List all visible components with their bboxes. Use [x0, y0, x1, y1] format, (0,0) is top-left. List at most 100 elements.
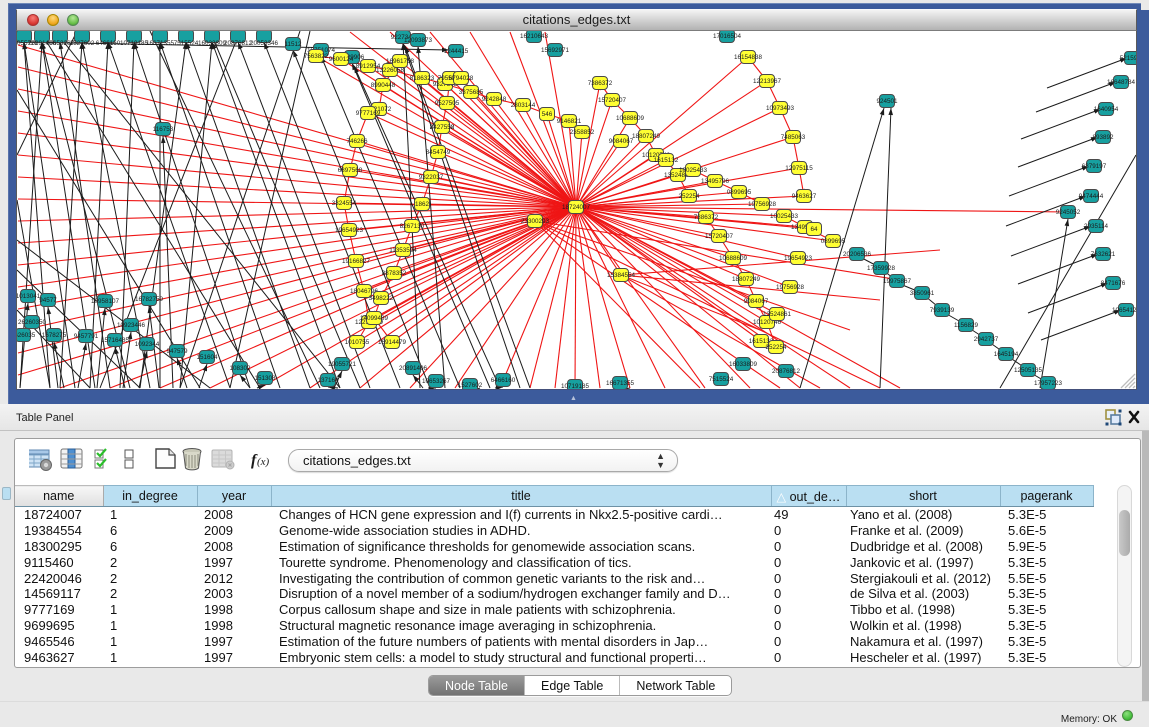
svg-text:546: 546 [542, 111, 553, 118]
svg-text:10923446: 10923446 [117, 322, 146, 329]
svg-text:9245052: 9245052 [1056, 209, 1081, 216]
svg-text:10688609: 10688609 [719, 255, 748, 262]
svg-text:9322037: 9322037 [419, 174, 444, 181]
svg-text:108302: 108302 [229, 365, 251, 372]
svg-text:9242848: 9242848 [482, 96, 507, 103]
svg-text:94577: 94577 [39, 297, 57, 304]
svg-text:893892: 893892 [1092, 134, 1114, 141]
svg-text:10958107: 10958107 [91, 298, 120, 305]
svg-text:6379197: 6379197 [1082, 163, 1107, 170]
svg-text:7485063: 7485063 [781, 134, 806, 141]
svg-text:6466160: 6466160 [96, 40, 121, 47]
svg-text:20053346: 20053346 [250, 40, 279, 47]
svg-text:1862: 1862 [415, 201, 430, 208]
svg-text:137164: 137164 [317, 377, 339, 384]
svg-text:15692971: 15692971 [541, 47, 570, 54]
svg-text:16671355: 16671355 [146, 40, 175, 47]
svg-text:1527602: 1527602 [458, 382, 483, 389]
svg-text:7563822: 7563822 [304, 53, 329, 60]
svg-text:7515524: 7515524 [709, 376, 734, 383]
svg-text:7515524: 7515524 [174, 40, 199, 47]
svg-text:0899695: 0899695 [727, 189, 752, 196]
svg-text:3850961: 3850961 [910, 290, 935, 297]
svg-text:6794028: 6794028 [449, 75, 474, 82]
svg-text:8990448: 8990448 [371, 82, 396, 89]
svg-text:16648784: 16648784 [1107, 79, 1136, 86]
svg-text:16033809: 16033809 [729, 361, 758, 368]
svg-text:16961758: 16961758 [386, 58, 415, 65]
svg-text:2358852: 2358852 [570, 129, 595, 136]
svg-text:18724007: 18724007 [562, 204, 591, 211]
svg-text:23300293: 23300293 [521, 218, 550, 225]
svg-text:924501: 924501 [876, 98, 898, 105]
svg-text:1010755: 1010755 [345, 339, 370, 346]
svg-text:2935114: 2935114 [1084, 223, 1109, 230]
svg-text:151604: 151604 [196, 354, 218, 361]
svg-text:11353594: 11353594 [389, 247, 417, 254]
svg-text:18807249: 18807249 [732, 276, 761, 283]
svg-text:9084067: 9084067 [744, 298, 769, 305]
svg-text:6897568: 6897568 [338, 167, 363, 174]
svg-text:1013041: 1013041 [17, 293, 41, 300]
svg-text:19756928: 19756928 [776, 284, 805, 291]
svg-text:12093873: 12093873 [404, 37, 433, 44]
svg-text:9084067: 9084067 [609, 138, 634, 145]
svg-text:19166827: 19166827 [342, 258, 371, 265]
svg-text:9146821: 9146821 [557, 118, 582, 125]
svg-text:18807249: 18807249 [632, 133, 661, 140]
svg-text:1615132: 1615132 [654, 157, 679, 164]
svg-text:13226058: 13226058 [376, 67, 405, 74]
svg-text:10973493: 10973493 [766, 105, 795, 112]
svg-text:7386372: 7386372 [694, 214, 719, 221]
svg-text:5215955: 5215955 [1120, 55, 1136, 62]
svg-text:9474444: 9474444 [1079, 193, 1104, 200]
svg-text:19654923: 19654923 [335, 227, 364, 234]
svg-text:15384554: 15384554 [607, 272, 636, 279]
svg-text:252254: 252254 [678, 193, 700, 200]
svg-text:746266: 746266 [346, 138, 368, 145]
svg-text:16914479: 16914479 [378, 339, 407, 346]
svg-text:13524861: 13524861 [763, 311, 792, 318]
svg-text:17957223: 17957223 [1034, 380, 1063, 387]
svg-text:0899695: 0899695 [821, 238, 846, 245]
svg-text:11512: 11512 [284, 41, 302, 48]
svg-text:12975115: 12975115 [785, 165, 813, 172]
svg-text:116753: 116753 [153, 126, 174, 133]
svg-text:252254: 252254 [765, 344, 787, 351]
svg-text:2803144: 2803144 [511, 102, 536, 109]
svg-text:19975867: 19975867 [883, 278, 912, 285]
svg-text:17016504: 17016504 [713, 33, 742, 40]
svg-text:20876812: 20876812 [772, 368, 801, 375]
svg-text:2626035: 2626035 [17, 332, 36, 339]
svg-text:8454749: 8454749 [426, 149, 451, 156]
svg-text:9527505: 9527505 [435, 100, 460, 107]
svg-text:16671355: 16671355 [606, 380, 635, 387]
svg-text:9463627: 9463627 [792, 193, 817, 200]
svg-text:1244415: 1244415 [444, 48, 469, 55]
svg-text:1092344: 1092344 [135, 341, 160, 348]
svg-text:9600124: 9600124 [329, 56, 354, 63]
svg-text:15716485: 15716485 [101, 337, 130, 344]
svg-text:3324554: 3324554 [332, 200, 357, 207]
svg-text:64: 64 [810, 226, 818, 233]
svg-text:19756928: 19756928 [748, 201, 777, 208]
svg-text:8267130: 8267130 [400, 223, 425, 230]
svg-text:3375685: 3375685 [459, 89, 484, 96]
svg-text:7386372: 7386372 [588, 80, 613, 87]
svg-text:14099489: 14099489 [360, 315, 389, 322]
svg-text:20206536: 20206536 [843, 251, 872, 258]
svg-text:19654923: 19654923 [784, 255, 813, 262]
svg-text:10025433: 10025433 [770, 213, 799, 220]
svg-text:10719185: 10719185 [120, 40, 149, 47]
svg-text:8186323: 8186323 [410, 75, 435, 82]
svg-text:12213967: 12213967 [753, 78, 782, 85]
svg-text:26260350: 26260350 [18, 319, 47, 326]
svg-text:10719185: 10719185 [561, 383, 590, 389]
svg-text:20876812: 20876812 [224, 40, 253, 47]
svg-text:8471676: 8471676 [1101, 280, 1126, 287]
svg-text:6466160: 6466160 [491, 377, 516, 384]
svg-text:(x): (x) [257, 456, 270, 468]
svg-text:151308: 151308 [254, 375, 276, 382]
svg-text:16154838: 16154838 [734, 54, 763, 61]
svg-text:1640954: 1640954 [1094, 106, 1119, 113]
